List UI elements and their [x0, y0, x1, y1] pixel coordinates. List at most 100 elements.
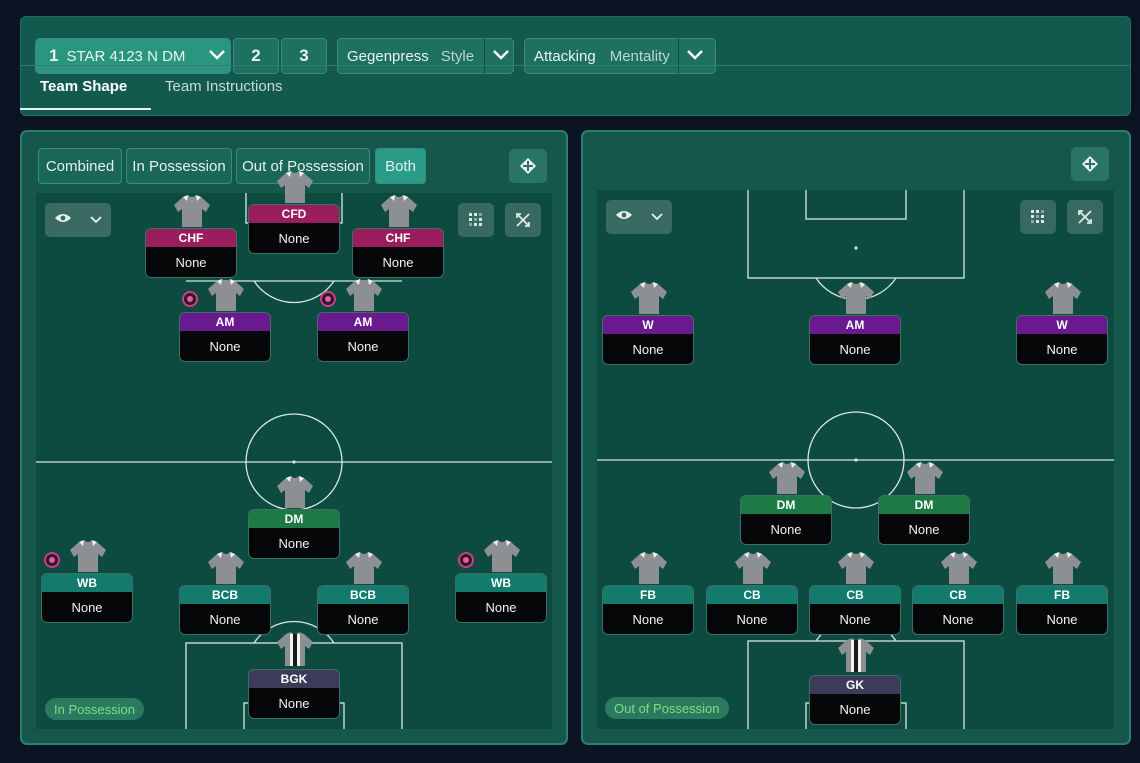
tactic-selector[interactable]: 1 STAR 4123 N DM [35, 38, 231, 74]
style-value: Gegenpress [347, 47, 429, 65]
shirt-icon [276, 476, 314, 508]
shirt-icon [1044, 552, 1082, 584]
player-card[interactable]: BGK None [249, 670, 339, 718]
chevron-down-icon [651, 208, 663, 226]
tactic-slot-3-button[interactable]: 3 [281, 38, 327, 74]
tactics-board-icon[interactable] [509, 149, 547, 183]
player-name: None [249, 528, 339, 558]
tab-team-instructions[interactable]: Team Instructions [165, 78, 283, 95]
player-name: None [879, 514, 969, 544]
player-role: CHF [353, 229, 443, 247]
player-name: None [180, 331, 270, 361]
tab-team-shape[interactable]: Team Shape [40, 78, 127, 95]
tactics-board-icon[interactable] [1071, 147, 1109, 181]
player-card[interactable]: FB None [1017, 586, 1107, 634]
player-role: DM [249, 510, 339, 528]
visibility-toggle[interactable] [45, 203, 111, 237]
player-role: WB [456, 574, 546, 592]
arrows-expand-icon[interactable] [505, 203, 541, 237]
player-card[interactable]: AM None [318, 313, 408, 361]
view-mode-in-possession[interactable]: In Possession [126, 148, 232, 184]
shirt-icon [276, 171, 314, 203]
player-card[interactable]: CB None [913, 586, 1003, 634]
player-role: BGK [249, 670, 339, 688]
shirt-icon [207, 279, 245, 311]
player-card[interactable]: W None [1017, 316, 1107, 364]
player-name: None [741, 514, 831, 544]
shirt-icon [630, 552, 668, 584]
player-card[interactable]: FB None [603, 586, 693, 634]
player-card[interactable]: WB None [42, 574, 132, 622]
player-card[interactable]: AM None [180, 313, 270, 361]
player-role: AM [180, 313, 270, 331]
tactic-slot-2-button[interactable]: 2 [233, 38, 279, 74]
player-name: None [456, 592, 546, 622]
player-card[interactable]: CHF None [353, 229, 443, 277]
chevron-down-icon [201, 38, 231, 74]
arrows-expand-icon[interactable] [1067, 200, 1103, 234]
player-card[interactable]: AM None [810, 316, 900, 364]
shirt-icon [380, 195, 418, 227]
player-role: CFD [249, 205, 339, 223]
eye-icon [54, 211, 72, 229]
visibility-toggle[interactable] [606, 200, 672, 234]
role-medal-icon [320, 291, 336, 307]
player-role: AM [318, 313, 408, 331]
player-name: None [180, 604, 270, 634]
player-card[interactable]: CFD None [249, 205, 339, 253]
shirt-icon [906, 462, 944, 494]
tactic-name: STAR 4123 N DM [66, 47, 186, 65]
player-name: None [1017, 604, 1107, 634]
chevron-down-icon [679, 38, 709, 74]
player-name: None [810, 334, 900, 364]
in-possession-panel: Combined In Possession Out of Possession… [20, 130, 568, 745]
grid-icon[interactable] [1020, 200, 1056, 234]
player-card[interactable]: BCB None [180, 586, 270, 634]
player-name: None [249, 223, 339, 253]
player-name: None [603, 334, 693, 364]
player-card[interactable]: BCB None [318, 586, 408, 634]
player-name: None [1017, 334, 1107, 364]
player-role: W [1017, 316, 1107, 334]
player-role: DM [741, 496, 831, 514]
player-card[interactable]: DM None [249, 510, 339, 558]
mentality-value: Attacking [534, 47, 596, 65]
player-role: WB [42, 574, 132, 592]
out-of-possession-panel: Out of Possession W None AM None W None DM None… [581, 130, 1131, 745]
player-card[interactable]: DM None [879, 496, 969, 544]
in-possession-badge: In Possession [45, 698, 144, 720]
player-card[interactable]: GK None [810, 676, 900, 724]
shirt-icon [837, 282, 875, 314]
grid-icon[interactable] [458, 203, 494, 237]
shirt-icon [173, 195, 211, 227]
style-label: Style [440, 47, 475, 65]
player-card[interactable]: CB None [810, 586, 900, 634]
view-mode-combined[interactable]: Combined [38, 148, 122, 184]
player-name: None [603, 604, 693, 634]
shirt-icon [768, 462, 806, 494]
role-medal-icon [44, 552, 60, 568]
mentality-dropdown[interactable]: Attacking Mentality [524, 38, 716, 74]
player-name: None [318, 604, 408, 634]
player-card[interactable]: WB None [456, 574, 546, 622]
player-role: CB [913, 586, 1003, 604]
view-mode-both[interactable]: Both [375, 148, 426, 184]
player-card[interactable]: CB None [707, 586, 797, 634]
player-name: None [249, 688, 339, 718]
player-role: CB [810, 586, 900, 604]
player-card[interactable]: CHF None [146, 229, 236, 277]
player-card[interactable]: W None [603, 316, 693, 364]
out-of-possession-badge: Out of Possession [605, 697, 729, 719]
style-dropdown[interactable]: Gegenpress Style [337, 38, 514, 74]
player-name: None [318, 331, 408, 361]
player-role: CB [707, 586, 797, 604]
shirt-icon [345, 279, 383, 311]
chevron-down-icon [485, 38, 514, 74]
shirt-icon [345, 552, 383, 584]
shirt-icon [940, 552, 978, 584]
shirt-icon [630, 282, 668, 314]
shirt-icon [734, 552, 772, 584]
player-card[interactable]: DM None [741, 496, 831, 544]
shirt-icon [1044, 282, 1082, 314]
player-name: None [146, 247, 236, 277]
